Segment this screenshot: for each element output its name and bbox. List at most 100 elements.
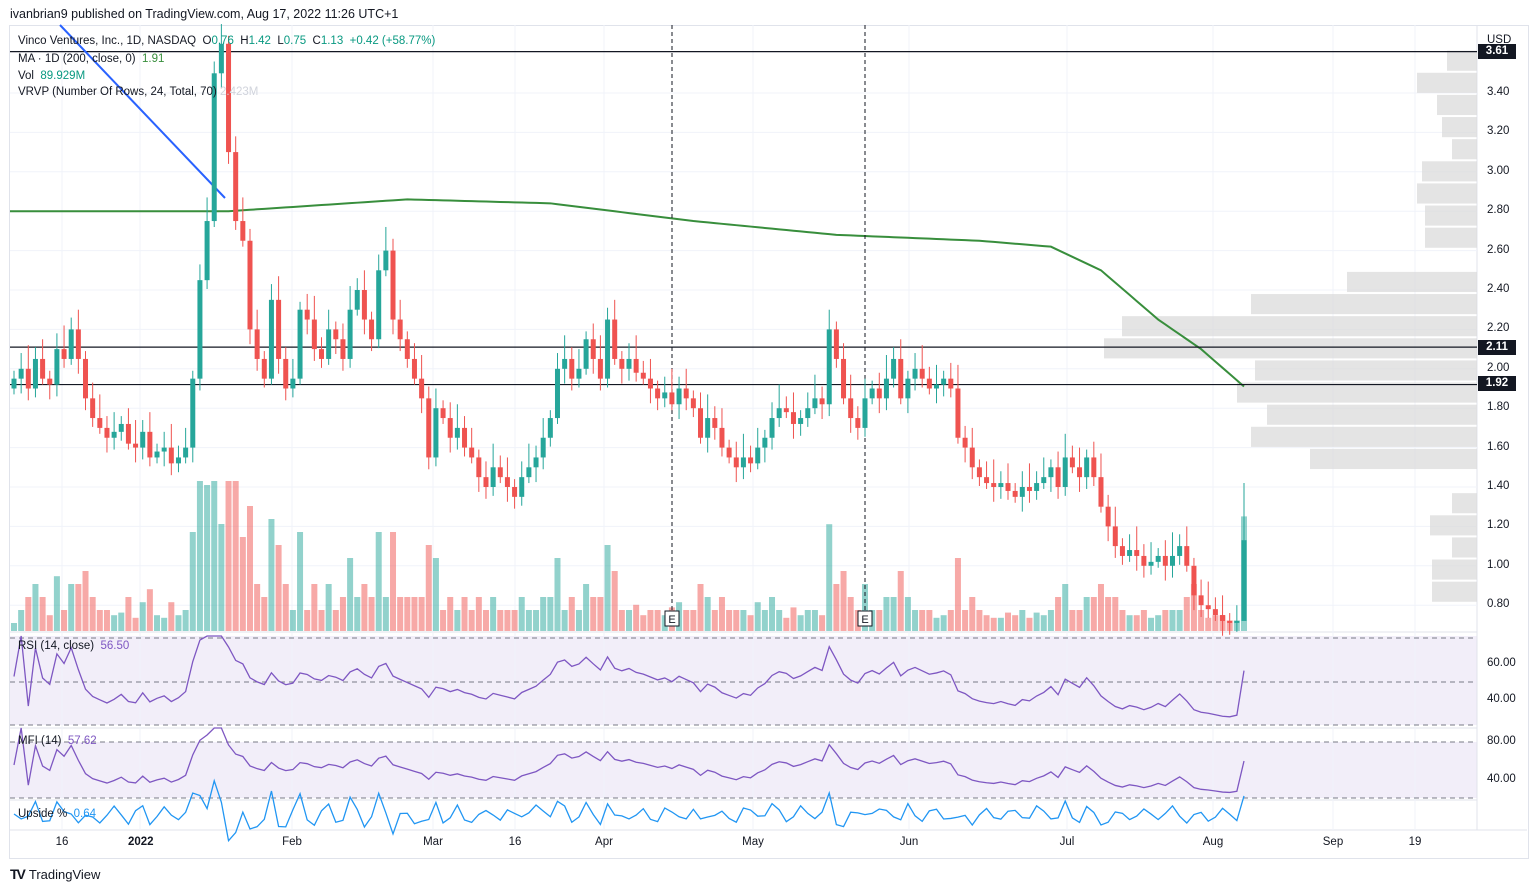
volume-bar: [740, 610, 747, 631]
volume-bar: [811, 610, 818, 631]
candle-body: [733, 457, 739, 468]
vrvp-row: [1425, 227, 1477, 248]
volume-bar: [182, 610, 189, 631]
volume-bar: [726, 610, 733, 631]
price-tick: 3.40: [1487, 86, 1510, 98]
volume-bar: [769, 597, 776, 631]
volume-bar: [89, 597, 96, 631]
candle-body: [1105, 506, 1111, 527]
candle-body: [619, 358, 625, 369]
candle-body: [991, 483, 997, 487]
mfi-tick: 40.00: [1487, 773, 1516, 785]
candle-body: [1041, 477, 1047, 484]
symbol-name[interactable]: Vinco Ventures, Inc., 1D, NASDAQ: [18, 35, 196, 47]
price-tick: 2.60: [1487, 243, 1510, 256]
candle-body: [1034, 483, 1040, 491]
rsi-legend[interactable]: RSI (14, close) 56.50: [18, 640, 129, 652]
candle-body: [290, 378, 296, 389]
vol-legend[interactable]: Vol 89.929M: [18, 70, 85, 82]
chart-canvas[interactable]: EE: [0, 0, 1536, 892]
time-tick: Sep: [1322, 836, 1344, 848]
candle-body: [411, 358, 417, 379]
time-tick: 19: [1408, 836, 1422, 848]
candle-body: [1148, 561, 1154, 566]
candle-body: [969, 447, 975, 468]
volume-bar: [268, 519, 275, 631]
vrvp-row: [1452, 139, 1477, 160]
volume-bar: [997, 617, 1004, 631]
candle-body: [1162, 555, 1168, 566]
candle-body: [1227, 620, 1233, 623]
vrvp-row: [1422, 161, 1477, 182]
volume-bar: [1062, 584, 1069, 631]
price-tick: 2.00: [1487, 361, 1510, 374]
candle-body: [662, 392, 668, 399]
volume-bar: [454, 610, 461, 631]
vrvp-row: [1425, 205, 1477, 226]
candle-body: [597, 358, 603, 379]
volume-bar: [683, 610, 690, 631]
volume-bar: [1205, 617, 1212, 631]
candle-body: [361, 290, 367, 320]
vrvp-row: [1255, 360, 1477, 381]
volume-bar: [883, 597, 890, 631]
volume-bar: [482, 610, 489, 631]
candle-body: [547, 418, 553, 438]
volume-bar: [847, 597, 854, 631]
candle-body: [962, 437, 968, 448]
candle-body: [1112, 526, 1118, 547]
volume-bar: [1019, 610, 1026, 631]
volume-bar: [790, 607, 797, 631]
price-tick: 2.20: [1487, 322, 1510, 335]
time-tick: May: [742, 836, 764, 848]
ma200-line: [10, 198, 1245, 388]
candle-body: [519, 477, 525, 497]
volume-bar: [618, 610, 625, 631]
mfi-tick: 80.00: [1487, 735, 1516, 747]
candle-body: [1019, 487, 1025, 497]
candle-body: [755, 447, 761, 464]
candle-body: [161, 447, 167, 452]
candle-body: [154, 451, 160, 458]
vrvp-row: [1251, 426, 1477, 447]
candle-body: [133, 443, 139, 448]
volume-bar: [25, 597, 32, 631]
vrvp-legend[interactable]: VRVP (Number Of Rows, 24, Total, 70) 2.4…: [18, 86, 258, 98]
price-tick: 1.80: [1487, 401, 1510, 414]
candle-body: [833, 329, 839, 359]
tradingview-logo[interactable]: TV TradingView: [10, 866, 100, 882]
candle-body: [769, 418, 775, 438]
candle-body: [912, 368, 918, 379]
candle-body: [612, 319, 618, 359]
candle-body: [283, 358, 289, 389]
candle-body: [1198, 595, 1204, 606]
vrvp-row: [1452, 493, 1477, 514]
volume-bar: [626, 610, 632, 631]
candle-body: [819, 398, 825, 405]
volume-bar: [361, 584, 368, 631]
volume-bar: [1169, 610, 1176, 631]
mfi-legend[interactable]: MFI (14) 57.62: [18, 735, 97, 747]
candle-body: [447, 418, 453, 438]
volume-bar: [1105, 597, 1112, 631]
vol-label: Vol: [18, 70, 34, 82]
volume-bar: [976, 610, 983, 631]
volume-bar: [211, 481, 218, 631]
upside-legend[interactable]: Upside % 0.64: [18, 808, 96, 820]
volume-bar: [919, 610, 926, 631]
volume-bar: [533, 610, 540, 631]
time-tick: Jul: [1059, 836, 1075, 848]
volume-bar: [189, 532, 196, 631]
volume-bar: [196, 481, 203, 631]
ma-legend[interactable]: MA · 1D (200, close, 0) 1.91: [18, 53, 164, 65]
candle-body: [798, 418, 804, 424]
volume-bar: [1176, 610, 1183, 631]
candle-body: [54, 349, 60, 385]
candle-body: [1091, 457, 1097, 478]
candle-body: [748, 457, 754, 464]
volume-bar: [1155, 615, 1162, 631]
volume-bar: [511, 610, 518, 631]
candle-body: [168, 447, 174, 464]
volume-bar: [125, 597, 132, 631]
candle-body: [776, 408, 782, 419]
